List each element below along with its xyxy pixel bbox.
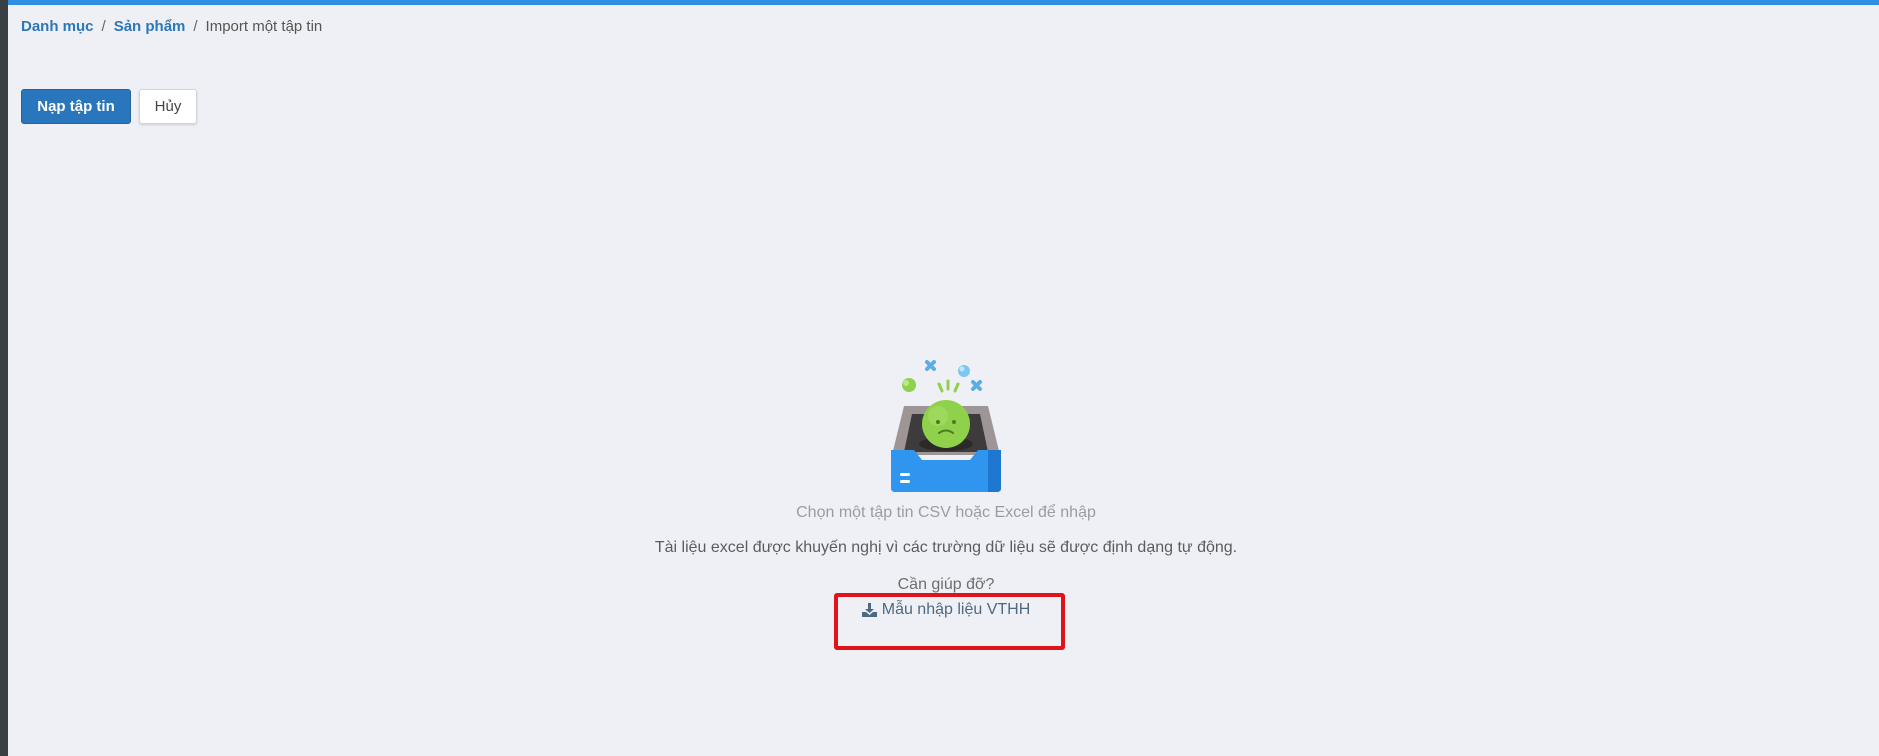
breadcrumb: Danh mục / Sản phẩm / Import một tập tin [21, 18, 322, 35]
breadcrumb-separator: / [101, 18, 106, 35]
template-download-link[interactable]: Mẫu nhập liệu VTHH [861, 601, 1031, 619]
cancel-button[interactable]: Hủy [139, 89, 197, 124]
empty-inbox-sad-face-icon [891, 360, 1001, 492]
download-icon [861, 603, 877, 617]
breadcrumb-link-san-pham[interactable]: Sản phẩm [114, 18, 186, 35]
toolbar: Nạp tập tin Hủy [21, 89, 197, 124]
upload-file-button[interactable]: Nạp tập tin [21, 89, 131, 124]
empty-state: Chọn một tập tin CSV hoặc Excel để nhập … [0, 360, 1879, 622]
empty-state-title: Chọn một tập tin CSV hoặc Excel để nhập [796, 504, 1096, 521]
help-label: Cần giúp đỡ? [897, 576, 995, 593]
template-link-label: Mẫu nhập liệu VTHH [881, 601, 1031, 618]
top-accent-bar [0, 0, 1879, 5]
breadcrumb-separator: / [193, 18, 198, 35]
breadcrumb-current: Import một tập tin [205, 18, 323, 35]
empty-state-description: Tài liệu excel được khuyến nghị vì các t… [654, 539, 1238, 556]
breadcrumb-link-danh-muc[interactable]: Danh mục [21, 18, 94, 35]
